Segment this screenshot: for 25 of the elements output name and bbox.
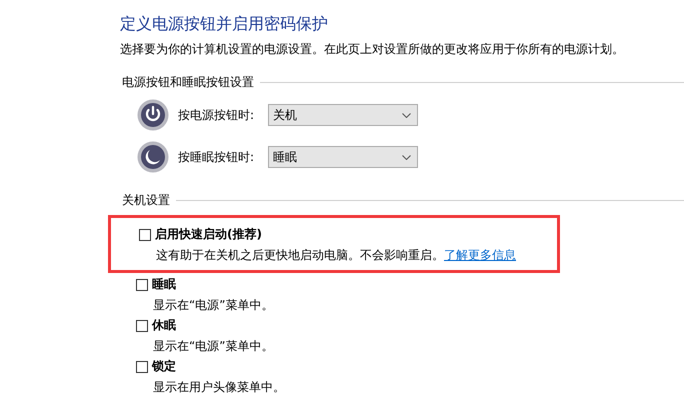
checkbox[interactable] <box>136 360 148 372</box>
page-description: 选择要为你的计算机设置的电源设置。在此页上对设置所做的更改将应用于你所有的电源计划。 <box>120 41 625 57</box>
option-label: 启用快速启动(推荐) <box>155 226 262 243</box>
setting-label: 按电源按钮时: <box>178 106 256 124</box>
checkbox[interactable] <box>139 228 151 240</box>
page-title: 定义电源按钮并启用密码保护 <box>120 13 329 35</box>
option-description: 这有助于在关机之后更快地启动电脑。不会影响重启。了解更多信息 <box>156 247 517 264</box>
action-dropdown[interactable]: 关机 <box>268 104 418 126</box>
checkbox[interactable] <box>136 320 148 332</box>
checkbox[interactable] <box>136 278 148 290</box>
option-label: 锁定 <box>152 358 176 375</box>
moon-icon <box>137 141 169 173</box>
chevron-down-icon <box>402 154 411 160</box>
action-dropdown[interactable]: 睡眠 <box>268 146 418 168</box>
option-description: 显示在用户头像菜单中。 <box>153 379 286 396</box>
section-heading: 关机设置 <box>122 192 170 209</box>
power-icon <box>137 99 169 131</box>
setting-label: 按睡眠按钮时: <box>178 148 256 166</box>
option-description: 显示在“电源”菜单中。 <box>153 338 274 355</box>
chevron-down-icon <box>402 112 411 118</box>
learn-more-link[interactable]: 了解更多信息 <box>444 248 516 262</box>
option-description: 显示在“电源”菜单中。 <box>153 297 274 314</box>
section-heading: 电源按钮和睡眠按钮设置 <box>122 74 254 91</box>
option-label: 休眠 <box>152 317 176 334</box>
option-label: 睡眠 <box>152 276 176 293</box>
